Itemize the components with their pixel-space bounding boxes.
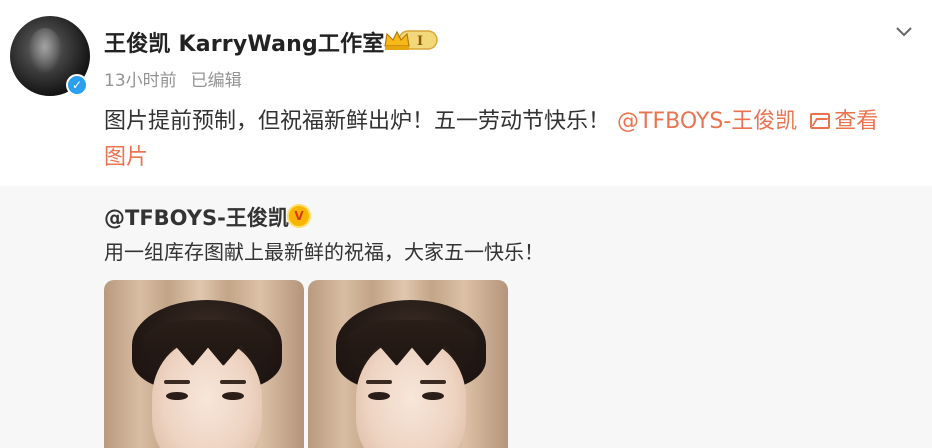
edited-label[interactable]: 已编辑 <box>191 66 242 91</box>
image-eye-right <box>222 392 244 400</box>
vip-level: I <box>417 34 423 49</box>
view-picture-link[interactable]: 查看 <box>834 109 878 134</box>
verified-icon: ✓ <box>66 74 88 96</box>
image-eye-left <box>166 392 188 400</box>
gold-verified-icon: V <box>287 204 311 228</box>
image-eye-right <box>422 392 444 400</box>
image-brow-left <box>366 380 392 384</box>
image-brow-right <box>220 380 246 384</box>
repost-text: 用一组库存图献上最新鲜的祝福，大家五一快乐！ <box>104 240 544 264</box>
repost-card[interactable]: @TFBOYS-王俊凯 V 用一组库存图献上最新鲜的祝福，大家五一快乐！ <box>0 186 932 448</box>
vip-crown-icon[interactable]: I <box>383 28 439 52</box>
post-time[interactable]: 13小时前 <box>104 66 177 91</box>
image-brow-right <box>420 380 446 384</box>
image-eye-left <box>368 392 390 400</box>
repost-image-1[interactable] <box>104 280 304 448</box>
post-body: 图片提前预制，但祝福新鲜出炉！五一劳动节快乐！ <box>104 109 611 134</box>
post-meta: 13小时前 已编辑 <box>104 66 242 91</box>
weibo-post: ✓ 王俊凯 KarryWang工作室 I 13小时前 已编辑 图片提前预制，但祝… <box>0 0 932 186</box>
chevron-down-icon[interactable] <box>893 20 915 42</box>
picture-icon[interactable] <box>810 113 831 129</box>
mention-link[interactable]: @TFBOYS-王俊凯 <box>617 109 797 134</box>
image-brow-left <box>164 380 190 384</box>
repost-username[interactable]: @TFBOYS-王俊凯 <box>104 202 289 232</box>
post-username[interactable]: 王俊凯 KarryWang工作室 <box>104 26 385 58</box>
repost-image-2[interactable] <box>308 280 508 448</box>
avatar-photo <box>28 28 62 74</box>
post-text: 图片提前预制，但祝福新鲜出炉！五一劳动节快乐！ @TFBOYS-王俊凯 查看 图… <box>104 104 914 176</box>
view-picture-link-2[interactable]: 图片 <box>104 145 148 170</box>
